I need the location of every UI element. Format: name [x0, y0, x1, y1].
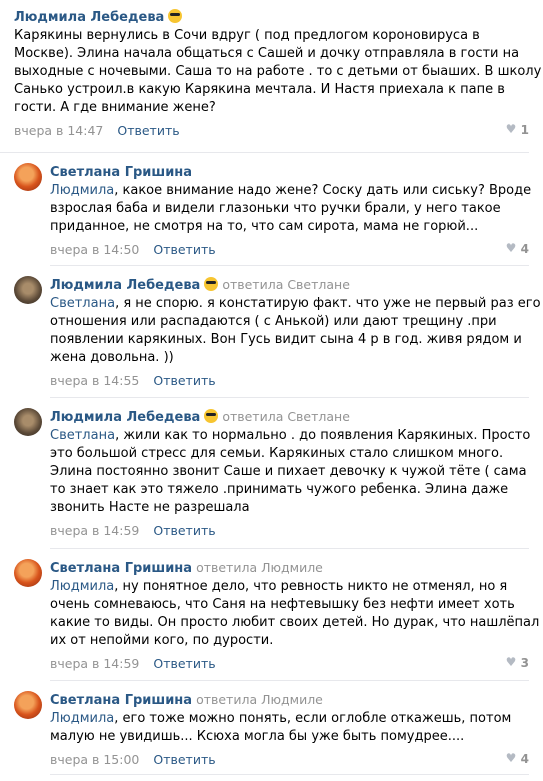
comment: Людмила Лебедева Карякины вернулись в Со…	[14, 6, 543, 138]
mention-link[interactable]: Светлана	[50, 296, 115, 311]
divider	[50, 397, 529, 398]
author-name[interactable]: Людмила Лебедева	[50, 278, 200, 293]
comment-text: Людмила, какое внимание надо жене? Соску…	[50, 183, 532, 234]
avatar[interactable]	[14, 276, 42, 304]
reply-button[interactable]: Ответить	[153, 523, 215, 538]
divider	[50, 548, 529, 549]
timestamp[interactable]: вчера в 14:50	[50, 242, 139, 257]
comment-meta: вчера в 14:59 Ответить	[50, 523, 543, 538]
heart-icon	[506, 751, 517, 765]
reply-button[interactable]: Ответить	[117, 123, 179, 138]
reply-to-label[interactable]: ответила Светлане	[222, 277, 350, 292]
avatar[interactable]	[14, 691, 42, 719]
sunglasses-emoji-icon	[168, 9, 183, 23]
like-button[interactable]: 4	[506, 241, 529, 256]
reply-button[interactable]: Ответить	[153, 242, 215, 257]
divider	[50, 680, 529, 681]
mention-link[interactable]: Светлана	[50, 428, 115, 443]
reply-to-label[interactable]: ответила Светлане	[222, 409, 350, 424]
comment-text: Людмила, его тоже можно понять, если огл…	[50, 711, 512, 744]
heart-icon	[506, 655, 517, 669]
mention-link[interactable]: Людмила	[50, 579, 114, 594]
reply-button[interactable]: Ответить	[153, 656, 215, 671]
author-name[interactable]: Людмила Лебедева	[50, 410, 200, 425]
comment: Светлана Гришина ответила Людмиле Людмила…	[50, 557, 543, 671]
comment: Светлана Гришина ответила Людмиле Людмила…	[50, 689, 543, 767]
author-name[interactable]: Светлана Гришина	[50, 693, 192, 708]
timestamp[interactable]: вчера в 14:59	[50, 656, 139, 671]
comment-meta: вчера в 14:55 Ответить	[50, 373, 543, 388]
like-count: 4	[520, 752, 529, 766]
timestamp[interactable]: вчера в 14:47	[14, 123, 103, 138]
comment-meta: вчера в 14:59 Ответить 3	[50, 655, 543, 671]
author-name[interactable]: Светлана Гришина	[50, 165, 192, 180]
like-button[interactable]: 4	[506, 751, 529, 766]
avatar[interactable]	[14, 408, 42, 436]
divider	[50, 265, 529, 266]
comment-meta: вчера в 14:47 Ответить 1	[14, 122, 543, 138]
mention-link[interactable]: Людмила	[50, 183, 114, 198]
reply-button[interactable]: Ответить	[153, 752, 215, 767]
comment-text: Светлана, жили как то нормально . до поя…	[50, 428, 531, 515]
author-name[interactable]: Людмила Лебедева	[14, 10, 164, 25]
like-count: 3	[520, 656, 529, 670]
avatar[interactable]	[14, 559, 42, 587]
comment-text: Карякины вернулись в Сочи вдруг ( под пр…	[14, 28, 542, 115]
reply-button[interactable]: Ответить	[153, 373, 215, 388]
timestamp[interactable]: вчера в 14:59	[50, 523, 139, 538]
author-name[interactable]: Светлана Гришина	[50, 561, 192, 576]
like-count: 4	[520, 242, 529, 256]
sunglasses-emoji-icon	[204, 409, 219, 423]
mention-link[interactable]: Людмила	[50, 711, 114, 726]
sunglasses-emoji-icon	[204, 277, 219, 291]
heart-icon	[506, 122, 517, 136]
like-button[interactable]: 1	[506, 122, 529, 137]
reply-to-label[interactable]: ответила Людмиле	[196, 692, 323, 707]
like-count: 1	[520, 123, 529, 137]
avatar[interactable]	[14, 163, 42, 191]
comment: Людмила Лебедева ответила Светлане Светла…	[50, 406, 543, 538]
divider	[0, 152, 529, 153]
comment-text: Светлана, я не спорю. я констатирую факт…	[50, 296, 541, 365]
comment-meta: вчера в 15:00 Ответить 4	[50, 751, 543, 767]
comment-meta: вчера в 14:50 Ответить 4	[50, 241, 543, 257]
heart-icon	[506, 241, 517, 255]
reply-to-label[interactable]: ответила Людмиле	[196, 560, 323, 575]
comment: Людмила Лебедева ответила Светлане Светла…	[50, 274, 543, 388]
like-button[interactable]: 3	[506, 655, 529, 670]
comment-text: Людмила, ну понятное дело, что ревность …	[50, 579, 540, 648]
timestamp[interactable]: вчера в 14:55	[50, 373, 139, 388]
comment: Светлана Гришина Людмила, какое внимание…	[50, 161, 543, 257]
timestamp[interactable]: вчера в 15:00	[50, 752, 139, 767]
divider	[50, 774, 529, 775]
